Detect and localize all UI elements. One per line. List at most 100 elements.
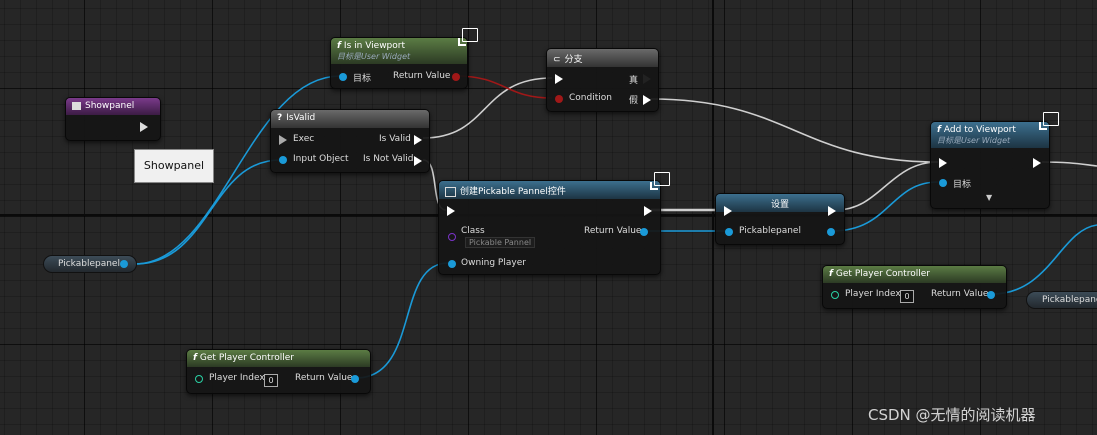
var-out-pin[interactable] [827, 228, 835, 236]
node-header: f Is in Viewport 目标是User Widget [331, 38, 467, 64]
widget-icon [445, 186, 456, 197]
return-label: Return Value [295, 373, 353, 383]
net-monitor-icon [650, 172, 670, 190]
return-pin[interactable] [640, 228, 648, 236]
node-header: 创建Pickable Pannel控件 [439, 181, 660, 199]
var-in-pin[interactable] [725, 228, 733, 236]
player-index-input[interactable]: 0 [900, 290, 914, 303]
exec-label: Exec [293, 134, 315, 144]
class-pin[interactable] [448, 233, 456, 241]
node-create-widget[interactable]: 创建Pickable Pannel控件 Class Pickable Panne… [438, 180, 661, 275]
wire-exec-set-add [835, 161, 939, 211]
node-header: f Get Player Controller [187, 350, 370, 367]
player-index-pin[interactable] [831, 291, 839, 299]
node-title: Get Player Controller [199, 353, 294, 363]
exec-out-pin[interactable] [828, 206, 836, 216]
is-valid-pin[interactable] [414, 135, 422, 145]
node-title: 设置 [770, 200, 789, 210]
return-label: Return Value [584, 226, 642, 236]
wire-obj-set-add [831, 181, 939, 232]
true-label: 真 [629, 76, 639, 86]
node-subtitle: 目标是User Widget [337, 52, 411, 61]
target-label: 目标 [953, 180, 972, 190]
false-label: 假 [629, 96, 639, 106]
node-add-to-viewport[interactable]: f Add to Viewport 目标是User Widget 目标 ▼ [930, 121, 1050, 209]
node-title: Get Player Controller [835, 269, 930, 279]
node-title: Is in Viewport [343, 41, 405, 51]
exec-in-pin[interactable] [724, 206, 732, 216]
exec-in-pin[interactable] [555, 74, 563, 84]
function-icon: f [193, 353, 197, 363]
variable-getter-pickablepanel[interactable]: Pickablepanel [43, 255, 137, 273]
event-icon [72, 101, 81, 110]
player-index-input[interactable]: 0 [264, 374, 278, 387]
input-object-label: Input Object [293, 154, 349, 164]
node-title: 分支 [564, 55, 583, 65]
node-title: 创建Pickable Pannel控件 [460, 187, 566, 197]
target-pin[interactable] [939, 179, 947, 187]
return-label: Return Value [931, 289, 989, 299]
exec-out-pin[interactable] [140, 122, 148, 132]
var-label: Pickablepanel [739, 226, 801, 236]
function-icon: f [337, 41, 341, 51]
node-title: Showpanel [85, 101, 135, 111]
false-pin[interactable] [643, 95, 651, 105]
wire-exec-branch-add [650, 98, 939, 163]
net-monitor-icon [458, 28, 478, 46]
node-header: Showpanel [66, 98, 160, 115]
class-label: Class [461, 226, 485, 236]
node-set[interactable]: 设置 Pickablepanel [715, 193, 845, 245]
function-icon: f [829, 269, 833, 279]
target-label: 目标 [353, 74, 372, 84]
variable-getter-pickablepanel-right[interactable]: Pickablepane [1026, 291, 1097, 309]
node-is-in-viewport[interactable]: f Is in Viewport 目标是User Widget 目标 Return… [330, 37, 468, 89]
wire-exec-add-out [1041, 161, 1097, 167]
node-header: ? IsValid [271, 110, 429, 128]
node-showpanel-event[interactable]: Showpanel [65, 97, 161, 141]
exec-out-pin[interactable] [1033, 158, 1041, 168]
node-get-player-controller-bottom[interactable]: f Get Player Controller Player Index 0 Re… [186, 349, 371, 394]
node-title: Add to Viewport [943, 125, 1016, 135]
node-isvalid[interactable]: ? IsValid Exec Is Valid Input Object Is N… [270, 109, 430, 173]
exec-in-pin[interactable] [279, 135, 287, 145]
branch-icon: ⊂ [553, 55, 561, 65]
player-index-label: Player Index [209, 373, 265, 383]
variable-label: Pickablepanel [58, 259, 120, 269]
owning-player-pin[interactable] [448, 260, 456, 268]
function-icon: f [937, 125, 941, 135]
watermark: CSDN @无情的阅读机器 [868, 406, 1036, 424]
input-object-pin[interactable] [279, 156, 287, 164]
node-get-player-controller-right[interactable]: f Get Player Controller Player Index 0 Re… [822, 265, 1007, 309]
is-not-valid-pin[interactable] [414, 156, 422, 166]
net-monitor-icon [1039, 112, 1059, 130]
exec-in-pin[interactable] [447, 206, 455, 216]
condition-label: Condition [569, 93, 612, 103]
is-not-valid-label: Is Not Valid [363, 154, 414, 164]
owning-player-label: Owning Player [461, 258, 526, 268]
variable-label: Pickablepane [1042, 295, 1097, 305]
node-title: IsValid [286, 113, 316, 123]
wire-obj-pc-right [991, 224, 1097, 295]
expand-arrow-icon[interactable]: ▼ [986, 193, 992, 202]
node-subtitle: 目标是User Widget [937, 136, 1011, 145]
node-header: f Get Player Controller [823, 266, 1006, 283]
node-header: ⊂ 分支 [547, 49, 658, 67]
return-pin[interactable] [987, 291, 995, 299]
is-valid-label: Is Valid [379, 134, 411, 144]
comment-bubble[interactable]: Showpanel [134, 149, 214, 183]
exec-out-pin[interactable] [644, 206, 652, 216]
return-pin[interactable] [452, 73, 460, 81]
return-pin[interactable] [351, 375, 359, 383]
exec-in-pin[interactable] [939, 158, 947, 168]
class-dropdown[interactable]: Pickable Pannel [465, 237, 536, 248]
question-icon: ? [277, 113, 283, 123]
true-pin[interactable] [643, 74, 651, 84]
variable-out-pin[interactable] [120, 260, 128, 268]
condition-pin[interactable] [555, 95, 563, 103]
player-index-pin[interactable] [195, 375, 203, 383]
return-label: Return Value [393, 71, 451, 81]
node-header: f Add to Viewport 目标是User Widget [931, 122, 1049, 148]
node-header: 设置 [716, 194, 844, 212]
node-branch[interactable]: ⊂ 分支 真 Condition 假 [546, 48, 659, 112]
target-pin[interactable] [339, 73, 347, 81]
